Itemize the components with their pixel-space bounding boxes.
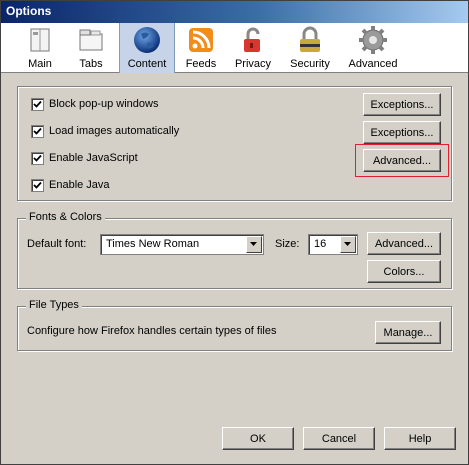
tab-main-label: Main (28, 58, 52, 70)
title-bar[interactable]: Options (1, 1, 468, 23)
checkmark-icon (33, 154, 42, 162)
load-images-label[interactable]: Load images automatically (49, 125, 179, 137)
fonts-advanced-button[interactable]: Advanced... (367, 232, 441, 255)
enable-javascript-checkbox[interactable] (31, 152, 44, 165)
category-toolbar: Main Tabs Content Feeds Privacy Security… (1, 23, 468, 73)
checkmark-icon (33, 100, 42, 108)
tab-feeds-label: Feeds (185, 58, 217, 70)
tab-advanced-label: Advanced (348, 58, 398, 70)
lock-icon (244, 27, 260, 52)
window-title: Options (6, 4, 52, 18)
default-font-label: Default font: (27, 238, 87, 250)
tab-content[interactable]: Content (119, 23, 175, 73)
tab-tabs[interactable]: Tabs (71, 23, 111, 73)
help-button[interactable]: Help (384, 427, 456, 450)
tab-tabs-label: Tabs (79, 58, 103, 70)
padlock-icon (300, 26, 320, 52)
enable-java-label[interactable]: Enable Java (49, 179, 110, 191)
tab-content-label: Content (127, 58, 167, 70)
size-label: Size: (275, 238, 300, 250)
options-window: Options Main Tabs Content Feeds Privacy … (0, 0, 469, 465)
block-popups-checkbox[interactable] (31, 98, 44, 111)
default-font-select[interactable]: Times New Roman (100, 234, 264, 255)
file-types-group: File Types Configure how Firefox handles… (17, 299, 452, 351)
rss-icon (189, 28, 213, 52)
tab-privacy[interactable]: Privacy (231, 23, 275, 73)
dropdown-arrow[interactable] (246, 236, 262, 253)
load-images-checkbox[interactable] (31, 125, 44, 138)
tab-security[interactable]: Security (286, 23, 334, 73)
checkmark-icon (33, 127, 42, 135)
content-options-group: Block pop-up windows Load images automat… (17, 86, 452, 201)
tab-feeds[interactable]: Feeds (183, 23, 219, 73)
font-size-select[interactable]: 16 (308, 234, 358, 255)
main-icon (30, 28, 50, 52)
chevron-down-icon (250, 242, 257, 246)
file-types-description: Configure how Firefox handles certain ty… (27, 325, 277, 337)
colors-button[interactable]: Colors... (367, 260, 441, 283)
font-size-value: 16 (314, 238, 327, 250)
tab-advanced[interactable]: Advanced (343, 23, 403, 73)
images-exceptions-button[interactable]: Exceptions... (363, 121, 441, 144)
javascript-advanced-button[interactable]: Advanced... (363, 149, 441, 172)
file-types-title: File Types (26, 299, 82, 311)
chevron-down-icon (344, 242, 351, 246)
cancel-button[interactable]: Cancel (303, 427, 375, 450)
fonts-colors-title: Fonts & Colors (26, 211, 105, 223)
popup-exceptions-button[interactable]: Exceptions... (363, 93, 441, 116)
globe-icon (134, 27, 160, 53)
tab-security-label: Security (290, 58, 330, 70)
default-font-value: Times New Roman (106, 238, 200, 250)
ok-button[interactable]: OK (222, 427, 294, 450)
tabs-icon (79, 29, 103, 51)
enable-java-checkbox[interactable] (31, 179, 44, 192)
block-popups-label[interactable]: Block pop-up windows (49, 98, 158, 110)
dropdown-arrow[interactable] (340, 236, 356, 253)
gear-icon (359, 26, 387, 54)
tab-main[interactable]: Main (21, 23, 59, 73)
checkmark-icon (33, 181, 42, 189)
tab-privacy-label: Privacy (234, 58, 272, 70)
manage-button[interactable]: Manage... (375, 321, 441, 344)
fonts-colors-group: Fonts & Colors Default font: Times New R… (17, 211, 452, 289)
enable-javascript-label[interactable]: Enable JavaScript (49, 152, 138, 164)
